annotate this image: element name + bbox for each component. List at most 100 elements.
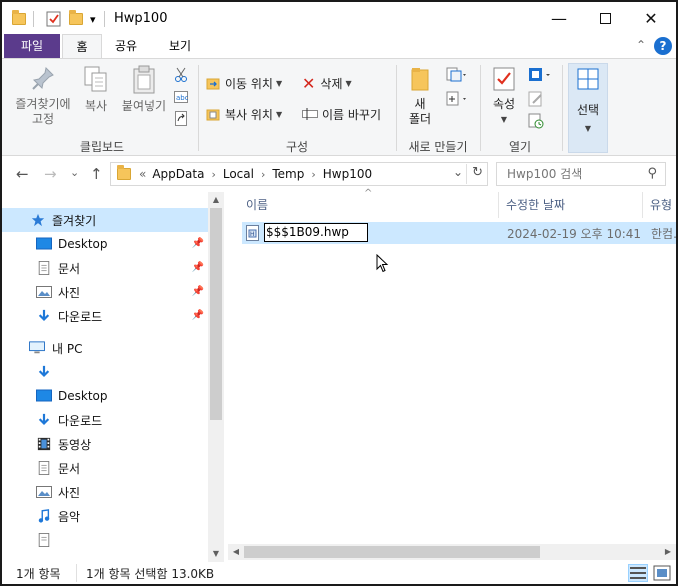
select-button[interactable]: 선택 ▼	[568, 63, 608, 153]
new-folder-quick-icon[interactable]	[69, 10, 83, 28]
open-icon[interactable]	[528, 67, 552, 86]
up-button[interactable]: ↑	[90, 165, 103, 183]
address-dropdown-icon[interactable]: ⌄	[453, 165, 463, 179]
recent-locations-icon[interactable]: ⌄	[70, 166, 79, 179]
download-icon	[38, 365, 50, 378]
back-button[interactable]: ←	[16, 165, 29, 183]
new-folder-icon	[411, 68, 429, 91]
properties-quick-icon[interactable]	[46, 10, 61, 28]
pictures-icon	[36, 486, 52, 498]
breadcrumb-overflow[interactable]: «	[139, 167, 146, 181]
properties-button[interactable]: 속성 ▼	[484, 65, 524, 127]
mouse-cursor-icon	[376, 254, 389, 273]
delete-button[interactable]: ✕ 삭제 ▼	[302, 72, 352, 94]
scroll-left-icon[interactable]: ◀	[228, 544, 244, 560]
column-header-type[interactable]: 유형	[650, 192, 672, 218]
details-view-button[interactable]	[628, 564, 648, 582]
edit-icon[interactable]	[528, 91, 544, 110]
help-icon[interactable]: ?	[654, 37, 672, 55]
scrollbar-thumb[interactable]	[244, 546, 540, 558]
pin-icon[interactable]: 📌	[192, 262, 204, 273]
paste-icon	[133, 65, 155, 94]
sidebar-item-documents[interactable]: 문서 📌	[2, 256, 208, 280]
sidebar-item-videos[interactable]: 동영상	[2, 432, 208, 456]
document-icon	[38, 461, 50, 475]
rename-button[interactable]: 이름 바꾸기	[302, 103, 381, 125]
download-icon	[38, 309, 50, 322]
tab-view[interactable]: 보기	[160, 34, 200, 58]
sidebar-item-this-pc[interactable]: 내 PC	[2, 336, 208, 360]
navigation-pane-scrollbar[interactable]: ▲ ▼	[208, 192, 224, 562]
sidebar-item-desktop[interactable]: Desktop 📌	[2, 232, 208, 256]
pin-icon[interactable]: 📌	[192, 286, 204, 297]
ribbon-tabs: 파일 홈 공유 보기 ⌃ ?	[2, 34, 676, 59]
file-date: 2024-02-19 오후 10:41	[507, 227, 642, 241]
file-list: ^ 이름 수정한 날짜 유형 H $$$1B09.hwp 2024-02-19 …	[224, 188, 676, 562]
breadcrumb-local[interactable]: Local	[223, 167, 254, 181]
pin-icon	[32, 66, 54, 90]
new-group-label: 새로 만들기	[408, 140, 468, 154]
new-folder-button[interactable]: 새 폴더	[402, 65, 438, 127]
refresh-icon[interactable]: ↻	[472, 165, 483, 180]
table-row[interactable]: H $$$1B09.hwp 2024-02-19 오후 10:41 한컴.	[242, 222, 676, 244]
svg-text:abc: abc	[176, 94, 188, 102]
sidebar-item-music[interactable]: 음악	[2, 504, 208, 528]
document-icon	[38, 533, 50, 547]
forward-button[interactable]: →	[44, 165, 57, 183]
breadcrumb-appdata[interactable]: AppData	[152, 167, 204, 181]
scrollbar-thumb[interactable]	[210, 208, 222, 420]
breadcrumb-hwp100[interactable]: Hwp100	[323, 167, 372, 181]
sidebar-item-downloads[interactable]: 다운로드 📌	[2, 304, 208, 328]
tab-file[interactable]: 파일	[4, 34, 60, 58]
new-item-icon[interactable]	[446, 67, 468, 86]
quick-access-dropdown-icon[interactable]: ▾	[90, 10, 96, 28]
sidebar-item-drive[interactable]	[2, 528, 208, 552]
minimize-button[interactable]: —	[536, 2, 582, 34]
copy-to-button[interactable]: 복사 위치 ▼	[206, 103, 282, 125]
select-grid-icon	[577, 68, 599, 90]
rename-input[interactable]: $$$1B09.hwp	[264, 223, 368, 242]
paste-shortcut-icon[interactable]	[175, 111, 187, 129]
pin-label-line1: 즐겨찾기에	[15, 97, 71, 111]
sidebar-item-3d-objects[interactable]	[2, 360, 208, 384]
address-bar[interactable]: « AppData › Local › Temp › Hwp100 ⌄ ↻	[110, 162, 488, 186]
navigation-pane: 즐겨찾기 Desktop 📌 문서 📌 사진 📌 다운로드 📌 내 PC Des…	[2, 192, 224, 562]
maximize-button[interactable]	[582, 2, 628, 34]
scroll-up-icon[interactable]: ▲	[208, 192, 224, 208]
copy-button[interactable]: 복사	[78, 65, 114, 114]
tab-share[interactable]: 공유	[106, 34, 146, 58]
close-button[interactable]: ✕	[628, 2, 674, 34]
sidebar-item-pictures[interactable]: 사진 📌	[2, 280, 208, 304]
scroll-right-icon[interactable]: ▶	[660, 544, 676, 560]
sidebar-item-pictures-pc[interactable]: 사진	[2, 480, 208, 504]
properties-icon	[493, 67, 515, 91]
large-icons-view-button[interactable]	[652, 564, 672, 582]
pc-icon	[29, 341, 45, 354]
search-input[interactable]: Hwp100 검색 ⚲	[496, 162, 666, 186]
easy-access-icon[interactable]	[446, 91, 468, 110]
hwp-file-icon: H	[246, 225, 259, 241]
sidebar-item-downloads-pc[interactable]: 다운로드	[2, 408, 208, 432]
column-header-date[interactable]: 수정한 날짜	[506, 192, 565, 218]
sidebar-item-documents-pc[interactable]: 문서	[2, 456, 208, 480]
scroll-down-icon[interactable]: ▼	[208, 546, 224, 562]
window-title: Hwp100	[114, 11, 168, 26]
tab-home[interactable]: 홈	[62, 34, 102, 59]
paste-button[interactable]: 붙여넣기	[116, 65, 172, 114]
pin-icon[interactable]: 📌	[192, 238, 204, 249]
rename-icon	[302, 108, 318, 120]
history-icon[interactable]	[528, 113, 544, 132]
document-icon	[38, 261, 50, 275]
column-header-name[interactable]: 이름	[246, 192, 268, 218]
cut-icon[interactable]	[174, 67, 188, 86]
ribbon: 즐겨찾기에 고정 복사 붙여넣기 abc 클립보드 이동 위치 ▼ 복사 위치 …	[2, 58, 676, 156]
breadcrumb-temp[interactable]: Temp	[272, 167, 304, 181]
sidebar-item-desktop-pc[interactable]: Desktop	[2, 384, 208, 408]
pin-icon[interactable]: 📌	[192, 310, 204, 321]
ribbon-collapse-icon[interactable]: ⌃	[636, 38, 646, 52]
sidebar-item-quick-access[interactable]: 즐겨찾기	[2, 208, 208, 232]
copy-path-icon[interactable]: abc	[174, 91, 189, 106]
move-to-button[interactable]: 이동 위치 ▼	[206, 72, 282, 94]
pin-to-quick-access-button[interactable]: 즐겨찾기에 고정	[8, 65, 78, 127]
file-list-horizontal-scrollbar[interactable]: ◀ ▶	[228, 544, 676, 560]
